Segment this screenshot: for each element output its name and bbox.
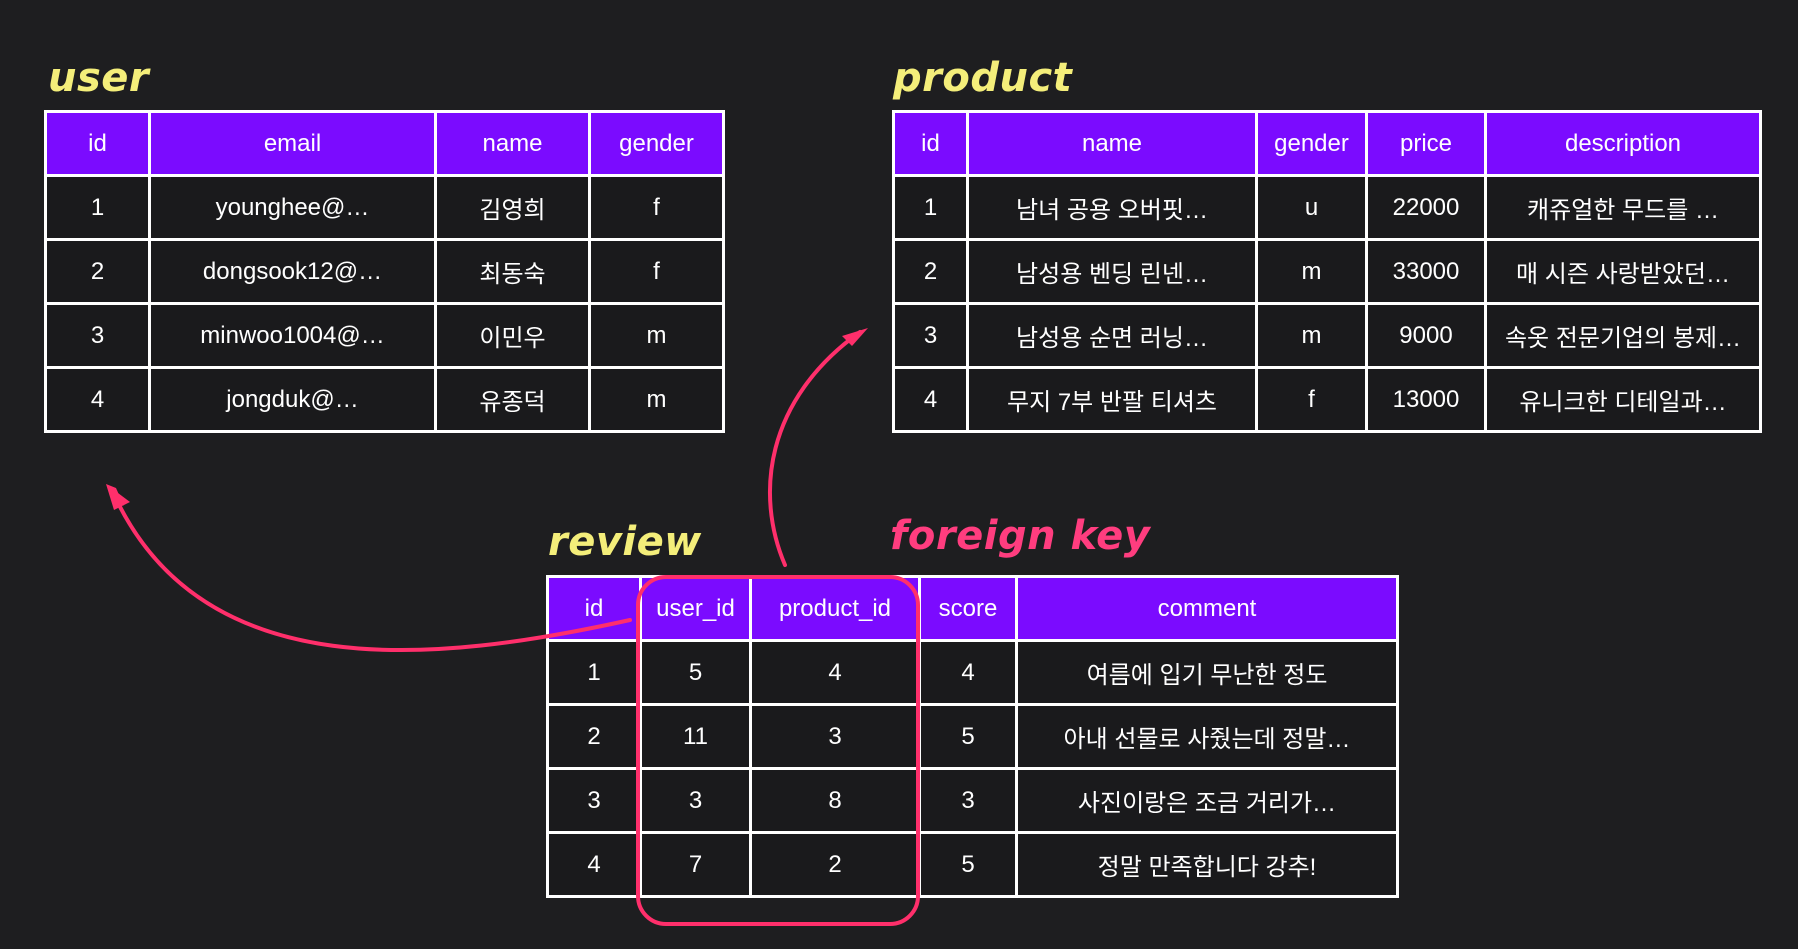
review-col-product-id: product_id <box>749 575 921 642</box>
table-cell: dongsook12@… <box>148 238 437 305</box>
user-table: id email name gender 1 younghee@… 김영희 f … <box>44 110 725 433</box>
review-table-header-row: id user_id product_id score comment <box>546 575 1399 642</box>
table-cell: u <box>1255 174 1368 241</box>
table-cell: 8 <box>749 767 921 834</box>
table-cell: m <box>1255 302 1368 369</box>
table-row: 1 younghee@… 김영희 f <box>44 174 725 241</box>
table-cell: m <box>588 366 725 433</box>
table-row: 3 minwoo1004@… 이민우 m <box>44 302 725 369</box>
user-col-gender: gender <box>588 110 725 177</box>
table-row: 1 남녀 공용 오버핏… u 22000 캐쥬얼한 무드를 … <box>892 174 1762 241</box>
table-cell: f <box>588 238 725 305</box>
review-col-comment: comment <box>1015 575 1399 642</box>
table-row: 4 jongduk@… 유종덕 m <box>44 366 725 433</box>
table-cell: 4 <box>546 831 642 898</box>
table-cell: 여름에 입기 무난한 정도 <box>1015 639 1399 706</box>
table-cell: 유종덕 <box>434 366 591 433</box>
table-cell: minwoo1004@… <box>148 302 437 369</box>
table-cell: 유니크한 디테일과… <box>1484 366 1762 433</box>
table-cell: 11 <box>639 703 752 770</box>
review-col-user-id: user_id <box>639 575 752 642</box>
table-row: 1 5 4 4 여름에 입기 무난한 정도 <box>546 639 1399 706</box>
arrow-to-product-table <box>768 330 862 567</box>
table-row: 3 3 8 3 사진이랑은 조금 거리가… <box>546 767 1399 834</box>
table-cell: 3 <box>639 767 752 834</box>
user-table-header-row: id email name gender <box>44 110 725 177</box>
table-cell: 4 <box>44 366 151 433</box>
table-cell: 남성용 순면 러닝… <box>966 302 1258 369</box>
product-table-header-row: id name gender price description <box>892 110 1762 177</box>
product-col-name: name <box>966 110 1258 177</box>
table-row: 3 남성용 순면 러닝… m 9000 속옷 전문기업의 봉제… <box>892 302 1762 369</box>
table-cell: 매 시즌 사랑받았던… <box>1484 238 1762 305</box>
user-col-name: name <box>434 110 591 177</box>
review-table-title: review <box>548 519 702 565</box>
table-cell: 3 <box>892 302 969 369</box>
table-row: 2 11 3 5 아내 선물로 사줬는데 정말… <box>546 703 1399 770</box>
table-cell: 사진이랑은 조금 거리가… <box>1015 767 1399 834</box>
review-col-score: score <box>918 575 1018 642</box>
table-cell: 2 <box>749 831 921 898</box>
arrowhead-user <box>106 484 130 510</box>
table-cell: 13000 <box>1365 366 1487 433</box>
table-cell: 7 <box>639 831 752 898</box>
table-cell: 1 <box>44 174 151 241</box>
product-table: id name gender price description 1 남녀 공용… <box>892 110 1762 433</box>
arrowhead-user-tip <box>106 484 124 506</box>
product-col-price: price <box>1365 110 1487 177</box>
table-cell: m <box>1255 238 1368 305</box>
foreign-key-label: foreign key <box>890 513 1151 559</box>
review-table: id user_id product_id score comment 1 5 … <box>546 575 1399 898</box>
user-table-title: user <box>48 55 150 101</box>
table-cell: 캐쥬얼한 무드를 … <box>1484 174 1762 241</box>
product-table-title: product <box>893 55 1073 101</box>
table-cell: 정말 만족합니다 강추! <box>1015 831 1399 898</box>
review-col-id: id <box>546 575 642 642</box>
table-cell: 속옷 전문기업의 봉제… <box>1484 302 1762 369</box>
table-cell: younghee@… <box>148 174 437 241</box>
table-cell: 2 <box>892 238 969 305</box>
table-cell: 4 <box>892 366 969 433</box>
table-row: 2 남성용 벤딩 린넨… m 33000 매 시즌 사랑받았던… <box>892 238 1762 305</box>
table-cell: 3 <box>918 767 1018 834</box>
table-cell: 1 <box>546 639 642 706</box>
table-cell: 4 <box>749 639 921 706</box>
table-cell: 5 <box>918 831 1018 898</box>
table-cell: 5 <box>639 639 752 706</box>
table-cell: f <box>1255 366 1368 433</box>
table-cell: 최동숙 <box>434 238 591 305</box>
table-cell: f <box>588 174 725 241</box>
table-cell: 2 <box>44 238 151 305</box>
user-col-email: email <box>148 110 437 177</box>
table-cell: 22000 <box>1365 174 1487 241</box>
table-cell: jongduk@… <box>148 366 437 433</box>
table-cell: 33000 <box>1365 238 1487 305</box>
table-row: 2 dongsook12@… 최동숙 f <box>44 238 725 305</box>
table-cell: 3 <box>749 703 921 770</box>
table-cell: 김영희 <box>434 174 591 241</box>
table-cell: 남녀 공용 오버핏… <box>966 174 1258 241</box>
table-cell: 남성용 벤딩 린넨… <box>966 238 1258 305</box>
table-cell: 무지 7부 반팔 티셔츠 <box>966 366 1258 433</box>
table-cell: 5 <box>918 703 1018 770</box>
product-col-id: id <box>892 110 969 177</box>
table-cell: 2 <box>546 703 642 770</box>
table-row: 4 7 2 5 정말 만족합니다 강추! <box>546 831 1399 898</box>
table-cell: 3 <box>546 767 642 834</box>
table-cell: 9000 <box>1365 302 1487 369</box>
product-col-description: description <box>1484 110 1762 177</box>
table-row: 4 무지 7부 반팔 티셔츠 f 13000 유니크한 디테일과… <box>892 366 1762 433</box>
table-cell: 4 <box>918 639 1018 706</box>
user-col-id: id <box>44 110 151 177</box>
product-col-gender: gender <box>1255 110 1368 177</box>
table-cell: 아내 선물로 사줬는데 정말… <box>1015 703 1399 770</box>
table-cell: 3 <box>44 302 151 369</box>
arrowhead-product <box>842 328 868 346</box>
table-cell: m <box>588 302 725 369</box>
table-cell: 1 <box>892 174 969 241</box>
table-cell: 이민우 <box>434 302 591 369</box>
